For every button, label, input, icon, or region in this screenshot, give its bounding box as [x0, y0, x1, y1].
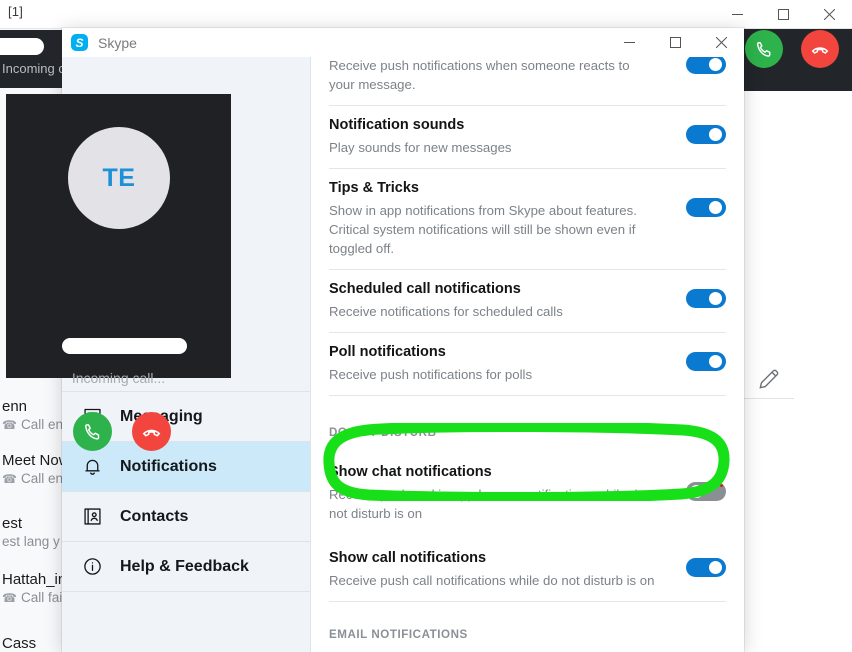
toggle-switch[interactable] [686, 352, 726, 371]
toggle-knob [709, 201, 722, 214]
setting-row-tips-tricks[interactable]: Tips & Tricks Show in app notifications … [329, 169, 726, 270]
setting-row-notification-sounds[interactable]: Notification sounds Play sounds for new … [329, 106, 726, 169]
close-button[interactable] [806, 0, 852, 28]
minimize-button[interactable] [714, 0, 760, 28]
window-tag: [1] [8, 4, 24, 19]
setting-description: Receive push notifications when someone … [329, 58, 630, 92]
toggle-knob [690, 485, 703, 498]
background-right-pane [744, 28, 852, 652]
section-heading-do-not-disturb: DO NOT DISTURB [329, 426, 437, 439]
skype-window-title: Skype [98, 34, 137, 51]
skype-logo-letter: S [75, 35, 84, 50]
notifications-settings-panel[interactable]: Receive push notifications when someone … [311, 57, 744, 652]
toggle-switch[interactable] [686, 198, 726, 217]
toggle-knob [709, 128, 722, 141]
phone-icon: ☎ [2, 417, 17, 432]
setting-row-scheduled-call-notifications[interactable]: Scheduled call notifications Receive not… [329, 270, 726, 333]
skype-minimize-button[interactable] [606, 28, 652, 56]
toggle-knob [709, 292, 722, 305]
setting-row-poll-notifications[interactable]: Poll notifications Receive push notifica… [329, 333, 726, 396]
toggle-knob [709, 355, 722, 368]
setting-description: Show in app notifications from Skype abo… [329, 203, 637, 256]
incoming-call-popup[interactable]: TE Incoming call... [6, 94, 231, 451]
sidebar-item-contacts[interactable]: Contacts [62, 492, 310, 542]
avatar-initials: TE [102, 163, 136, 192]
outer-window-controls [714, 0, 852, 28]
minimize-icon [623, 41, 635, 43]
close-icon [823, 8, 835, 20]
toggle-knob [709, 58, 722, 71]
maximize-icon [669, 36, 681, 48]
setting-row-show-chat-notifications[interactable]: Show chat notifications Receive push and… [329, 453, 726, 534]
toggle-switch[interactable] [686, 558, 726, 577]
toggle-status-dot [720, 484, 723, 487]
setting-title: Poll notifications [329, 344, 446, 360]
toggle-switch[interactable] [686, 125, 726, 144]
sidebar-item-label: Help & Feedback [120, 557, 249, 575]
setting-description: Receive push call notifications while do… [329, 573, 655, 588]
decline-call-button[interactable] [132, 412, 171, 451]
hangup-icon [811, 47, 829, 54]
setting-description: Receive push and in-app banner notificat… [329, 487, 645, 521]
call-status-text: Incoming call... [71, 370, 166, 386]
minimize-icon [731, 13, 743, 15]
maximize-icon [777, 8, 789, 20]
avatar: TE [68, 127, 170, 229]
setting-description: Play sounds for new messages [329, 140, 512, 155]
setting-row-show-call-notifications[interactable]: Show call notifications Receive push cal… [329, 534, 726, 602]
phone-icon [756, 41, 770, 57]
divider [744, 398, 794, 399]
skype-window-controls [606, 28, 744, 57]
close-icon [715, 36, 727, 48]
toggle-switch[interactable] [686, 482, 726, 501]
skype-logo-icon: S [71, 34, 88, 51]
accept-call-button[interactable] [745, 30, 783, 68]
screen-root: enn ☎ Call en Meet Now ☎ Call en est est… [0, 0, 852, 652]
sidebar-item-label: Contacts [120, 507, 189, 525]
info-circle-icon [80, 555, 104, 579]
toggle-switch[interactable] [686, 289, 726, 308]
sidebar-item-label: Notifications [120, 457, 217, 475]
skype-close-button[interactable] [698, 28, 744, 56]
accept-call-button[interactable] [73, 412, 112, 451]
contact-card-icon [80, 505, 104, 529]
setting-title: Notification sounds [329, 117, 465, 133]
decline-call-button[interactable] [801, 30, 839, 68]
redacted-caller-name [62, 338, 187, 354]
setting-title: Show chat notifications [329, 464, 492, 480]
sidebar-item-help-feedback[interactable]: Help & Feedback [62, 542, 310, 592]
incoming-call-toast[interactable]: Incoming c [0, 30, 62, 88]
setting-title: Scheduled call notifications [329, 281, 521, 297]
toggle-switch[interactable] [686, 57, 726, 74]
phone-icon: ☎ [2, 590, 17, 605]
phone-icon: ☎ [2, 471, 17, 486]
section-heading-email-notifications: EMAIL NOTIFICATIONS [329, 628, 468, 641]
skype-maximize-button[interactable] [652, 28, 698, 56]
setting-description: Receive push notifications for polls [329, 367, 533, 382]
bell-icon [80, 455, 104, 479]
toggle-knob [709, 561, 722, 574]
toast-status-text: Incoming c [2, 61, 62, 76]
maximize-button[interactable] [760, 0, 806, 28]
setting-description: Receive notifications for scheduled call… [329, 304, 563, 319]
redacted-caller-name [0, 38, 44, 55]
edit-pencil-icon[interactable] [756, 366, 782, 392]
skype-titlebar: S Skype [62, 28, 744, 57]
setting-row[interactable]: Receive push notifications when someone … [329, 57, 726, 106]
phone-icon [84, 423, 99, 440]
setting-title: Show call notifications [329, 550, 487, 566]
setting-title: Tips & Tricks [329, 180, 419, 196]
hangup-icon [142, 429, 161, 437]
